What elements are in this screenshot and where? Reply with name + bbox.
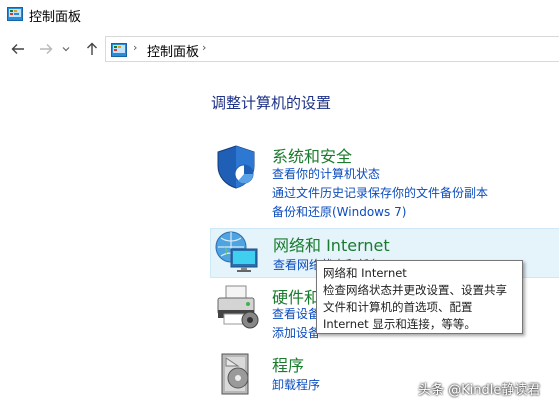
tooltip: 网络和 Internet 检查网络状态并更改设置、设置共享 文件和计算机的首选项… xyxy=(316,260,523,334)
printer-icon xyxy=(214,284,264,334)
link-view-computer-status[interactable]: 查看你的计算机状态 xyxy=(272,165,380,182)
page-title: 调整计算机的设置 xyxy=(211,94,332,112)
arrow-right-icon[interactable] xyxy=(36,39,56,59)
breadcrumb-control-panel[interactable]: 控制面板 xyxy=(147,41,199,60)
tooltip-line: 检查网络状态并更改设置、设置共享 xyxy=(323,283,507,297)
title-bar: 控制面板 xyxy=(0,0,559,30)
category-system-security: 系统和安全 查看你的计算机状态 通过文件历史记录保存你的文件备份副本 备份和还原… xyxy=(210,142,559,222)
control-panel-icon xyxy=(111,42,127,57)
category-title-system-security[interactable]: 系统和安全 xyxy=(272,143,352,167)
link-uninstall-program[interactable]: 卸载程序 xyxy=(272,376,320,393)
category-title-programs[interactable]: 程序 xyxy=(272,352,304,376)
link-backup-restore[interactable]: 备份和还原(Windows 7) xyxy=(272,203,406,220)
window-title: 控制面板 xyxy=(29,10,82,25)
control-panel-icon xyxy=(7,6,23,21)
arrow-left-icon[interactable] xyxy=(8,39,28,59)
shield-icon xyxy=(214,144,264,194)
link-file-history[interactable]: 通过文件历史记录保存你的文件备份副本 xyxy=(272,184,488,201)
programs-icon xyxy=(218,352,268,402)
tooltip-line: Internet 显示和连接，等等。 xyxy=(323,317,476,331)
category-title-network-internet[interactable]: 网络和 Internet xyxy=(273,232,390,256)
chevron-right-icon[interactable]: › xyxy=(133,41,137,54)
arrow-up-icon[interactable] xyxy=(82,39,102,59)
globe-network-icon xyxy=(213,229,263,279)
tooltip-line: 文件和计算机的首选项、配置 xyxy=(323,300,473,314)
chevron-down-icon[interactable] xyxy=(60,39,72,59)
chevron-right-icon[interactable]: › xyxy=(202,41,206,54)
address-bar[interactable]: › 控制面板 › xyxy=(105,36,559,62)
watermark: 头条 @Kindle静读君 xyxy=(418,383,541,398)
link-add-device[interactable]: 添加设备 xyxy=(272,324,320,341)
navigation-bar: › 控制面板 › xyxy=(0,36,559,62)
tooltip-title: 网络和 Internet xyxy=(323,266,407,280)
